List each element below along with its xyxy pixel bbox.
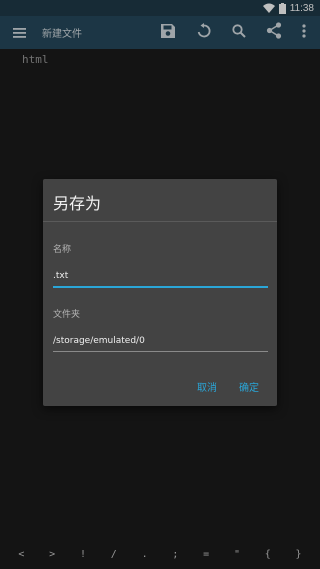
folder-label: 文件夹 xyxy=(53,310,81,320)
dialog-divider xyxy=(43,221,277,222)
dialog-title: 另存为 xyxy=(53,194,102,213)
name-label: 名称 xyxy=(53,245,72,255)
dialog-actions: 取消 确定 xyxy=(197,379,259,394)
screen: 11:38 新建文件 html < > ! / . ; = " {} 另存为 … xyxy=(0,0,320,569)
folder-path-input[interactable] xyxy=(53,331,268,352)
save-as-dialog: 另存为 名称 文件夹 取消 确定 xyxy=(43,179,277,406)
ok-button[interactable]: 确定 xyxy=(239,379,259,394)
cancel-button[interactable]: 取消 xyxy=(197,379,217,394)
file-name-input[interactable] xyxy=(53,266,268,288)
